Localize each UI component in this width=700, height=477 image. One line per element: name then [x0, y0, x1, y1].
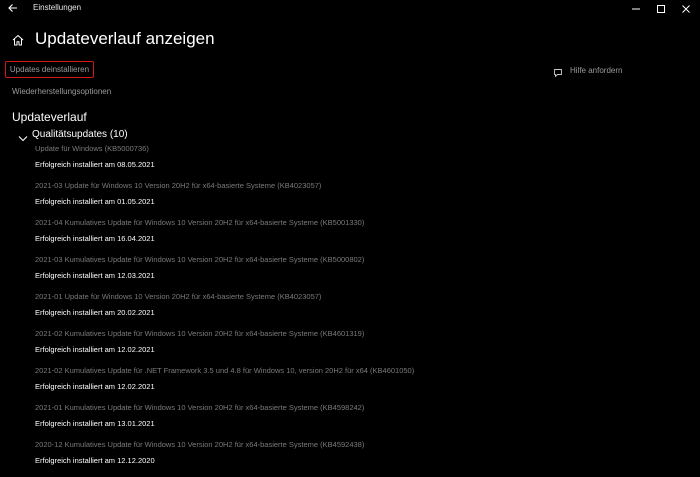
recovery-options-link[interactable]: Wiederherstellungsoptionen	[12, 87, 111, 96]
update-status: Erfolgreich installiert am 12.03.2021	[35, 271, 155, 280]
update-status: Erfolgreich installiert am 08.05.2021	[35, 160, 155, 169]
minimize-icon	[632, 8, 640, 9]
minimize-button[interactable]	[622, 0, 650, 17]
update-status: Erfolgreich installiert am 13.01.2021	[35, 419, 155, 428]
quality-updates-group-toggle[interactable]: Qualitätsupdates (10)	[18, 127, 128, 142]
maximize-button[interactable]	[647, 0, 675, 17]
chat-help-icon	[553, 65, 563, 77]
update-status: Erfolgreich installiert am 12.02.2021	[35, 345, 155, 354]
title-bar: Einstellungen	[0, 0, 700, 17]
list-item: 2021-01 Update für Windows 10 Version 20…	[35, 292, 685, 329]
update-status: Erfolgreich installiert am 16.04.2021	[35, 234, 155, 243]
page-title: Updateverlauf anzeigen	[35, 29, 215, 48]
update-name-link[interactable]: Update für Windows (KB5000736)	[35, 144, 149, 153]
close-button[interactable]	[672, 0, 700, 17]
list-item: 2021-02 Kumulatives Update für .NET Fram…	[35, 366, 685, 403]
section-title: Updateverlauf	[12, 110, 87, 124]
help-link[interactable]: Hilfe anfordern	[553, 64, 623, 77]
list-item: 2021-04 Kumulatives Update für Windows 1…	[35, 218, 685, 255]
update-status: Erfolgreich installiert am 12.02.2021	[35, 382, 155, 391]
help-label: Hilfe anfordern	[570, 65, 623, 75]
home-icon[interactable]	[11, 33, 25, 47]
list-item: 2021-03 Update für Windows 10 Version 20…	[35, 181, 685, 218]
chevron-down-icon	[18, 130, 28, 142]
update-name-link[interactable]: 2021-01 Kumulatives Update für Windows 1…	[35, 403, 364, 412]
close-icon	[682, 4, 690, 13]
update-name-link[interactable]: 2021-02 Kumulatives Update für .NET Fram…	[35, 366, 414, 375]
list-item: Update für Windows (KB5000736) Erfolgrei…	[35, 144, 685, 181]
update-name-link[interactable]: 2021-03 Update für Windows 10 Version 20…	[35, 181, 321, 190]
update-name-link[interactable]: 2021-03 Kumulatives Update für Windows 1…	[35, 255, 364, 264]
update-status: Erfolgreich installiert am 20.02.2021	[35, 308, 155, 317]
update-list: Update für Windows (KB5000736) Erfolgrei…	[35, 144, 685, 477]
list-item: 2021-03 Kumulatives Update für Windows 1…	[35, 255, 685, 292]
list-item: 2021-02 Kumulatives Update für Windows 1…	[35, 329, 685, 366]
update-name-link[interactable]: 2021-01 Update für Windows 10 Version 20…	[35, 292, 321, 301]
list-item: 2021-01 Kumulatives Update für Windows 1…	[35, 403, 685, 440]
update-name-link[interactable]: 2021-04 Kumulatives Update für Windows 1…	[35, 218, 364, 227]
update-status: Erfolgreich installiert am 01.05.2021	[35, 197, 155, 206]
update-name-link[interactable]: 2021-02 Kumulatives Update für Windows 1…	[35, 329, 364, 338]
list-item: 2020-12 Kumulatives Update für Windows 1…	[35, 440, 685, 477]
app-title: Einstellungen	[33, 3, 82, 12]
back-arrow-icon[interactable]	[6, 1, 20, 15]
maximize-icon	[657, 4, 665, 13]
update-name-link[interactable]: 2020-12 Kumulatives Update für Windows 1…	[35, 440, 364, 449]
group-label: Qualitätsupdates (10)	[32, 128, 128, 140]
uninstall-updates-link[interactable]: Updates deinstallieren	[5, 61, 94, 78]
